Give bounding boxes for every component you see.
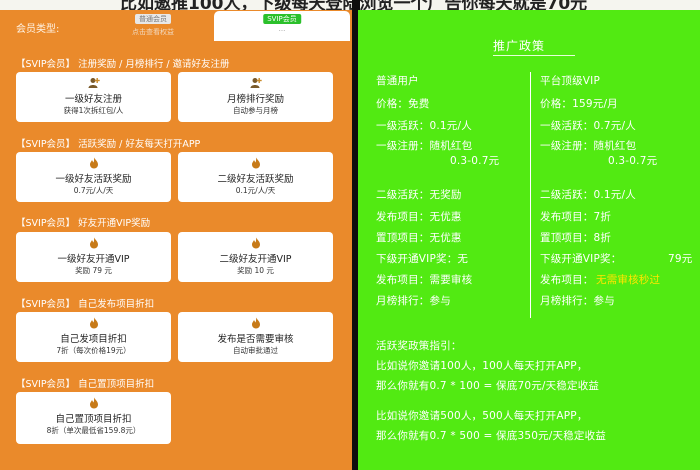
section-title-top: 【SVIP会员】 自己置顶项目折扣 xyxy=(16,379,155,390)
vip-reg1: 一级注册：随机红包 xyxy=(540,140,637,152)
vip-monthly: 月榜排行：参与 xyxy=(540,295,615,307)
column-divider xyxy=(530,72,531,318)
normal-monthly: 月榜排行：参与 xyxy=(376,295,451,307)
normal-active2: 二级活跃：无奖励 xyxy=(376,189,462,201)
vip-active1: 一级活跃：0.7元/人 xyxy=(540,120,636,132)
promo-title: 推广政策 xyxy=(493,39,546,53)
benefit-card[interactable]: 发布是否需要审核 自动审批通过 xyxy=(178,312,333,362)
membership-panel: 会员类型: 普通会员 点击查看权益 SVIP会员 ··· 【SVIP会员】 注册… xyxy=(0,10,352,470)
benefit-card[interactable]: 二级好友活跃奖励 0.1元/人/天 xyxy=(178,152,333,202)
normal-top: 置顶项目：无优惠 xyxy=(376,232,462,244)
flame-icon xyxy=(251,317,260,329)
flame-icon xyxy=(251,237,260,249)
benefit-title: 一级好友注册 xyxy=(64,94,122,105)
promo-policy-panel: 推广政策 普通用户 价格：免费 一级活跃：0.1元/人 一级注册：随机红包 0.… xyxy=(358,10,700,470)
benefit-card[interactable]: 一级好友开通VIP 奖励 79 元 xyxy=(16,232,171,282)
benefit-detail: 自动参与月榜 xyxy=(233,106,278,115)
normal-active1: 一级活跃：0.1元/人 xyxy=(376,120,472,132)
svip-member-tab[interactable]: SVIP会员 ··· xyxy=(214,11,350,41)
normal-reg1-range: 0.3-0.7元 xyxy=(450,155,500,167)
svip-member-sub: ··· xyxy=(278,27,286,35)
vip-publish-review-value: 无需审核秒过 xyxy=(596,274,661,286)
flame-icon xyxy=(251,157,260,169)
benefit-detail: 8折（单次最低省159.8元） xyxy=(46,426,141,435)
normal-publish: 发布项目：无优惠 xyxy=(376,211,462,223)
vip-price: 价格：159元/月 xyxy=(540,98,618,110)
benefit-title: 一级好友开通VIP xyxy=(57,254,130,265)
benefit-detail: 0.7元/人/天 xyxy=(73,186,114,195)
guide-line-4: 那么你就有0.7 * 500 = 保底350元/天稳定收益 xyxy=(376,430,607,442)
flame-icon xyxy=(89,157,98,169)
guide-heading: 活跃奖政策指引： xyxy=(376,340,462,352)
normal-price: 价格：免费 xyxy=(376,98,430,110)
benefit-title: 月榜排行奖励 xyxy=(226,94,284,105)
member-type-label: 会员类型: xyxy=(16,24,60,35)
benefit-title: 二级好友开通VIP xyxy=(219,254,292,265)
flame-icon xyxy=(89,317,98,329)
normal-vip-sub: 下级开通VIP奖：无 xyxy=(376,253,469,265)
vip-reg1-range: 0.3-0.7元 xyxy=(608,155,658,167)
benefit-title: 自己发项目折扣 xyxy=(60,334,127,345)
flame-icon xyxy=(89,237,98,249)
benefit-title: 一级好友活跃奖励 xyxy=(55,174,132,185)
vip-vip-sub-value: 79元 xyxy=(668,253,693,265)
benefit-card[interactable]: 月榜排行奖励 自动参与月榜 xyxy=(178,72,333,122)
vip-vip-sub: 下级开通VIP奖： xyxy=(540,253,622,265)
user-plus-icon xyxy=(88,78,100,88)
benefit-title: 二级好友活跃奖励 xyxy=(217,174,294,185)
section-title-vip: 【SVIP会员】 好友开通VIP奖励 xyxy=(16,218,151,229)
normal-member-sub: 点击查看权益 xyxy=(132,28,174,36)
normal-publish-review: 发布项目：需要审核 xyxy=(376,274,473,286)
benefit-card[interactable]: 自己置顶项目折扣 8折（单次最低省159.8元） xyxy=(16,392,171,444)
guide-line-3: 比如说你邀请500人，500人每天打开APP， xyxy=(376,410,588,422)
normal-reg1: 一级注册：随机红包 xyxy=(376,140,473,152)
benefit-card[interactable]: 一级好友活跃奖励 0.7元/人/天 xyxy=(16,152,171,202)
benefit-detail: 自动审批通过 xyxy=(233,346,278,355)
member-type-bar: 会员类型: 普通会员 点击查看权益 SVIP会员 ··· xyxy=(0,10,352,44)
benefit-card[interactable]: 自己发项目折扣 7折（每次价格19元） xyxy=(16,312,171,362)
vip-publish: 发布项目：7折 xyxy=(540,211,612,223)
benefit-detail: 7折（每次价格19元） xyxy=(56,346,131,355)
normal-member-badge: 普通会员 xyxy=(135,14,171,24)
benefit-title: 发布是否需要审核 xyxy=(217,334,294,345)
guide-line-1: 比如说你邀请100人，100人每天打开APP， xyxy=(376,360,588,372)
user-plus-icon xyxy=(250,78,262,88)
benefit-card[interactable]: 二级好友开通VIP 奖励 10 元 xyxy=(178,232,333,282)
title-underline xyxy=(493,55,575,56)
guide-line-2: 那么你就有0.7 * 100 = 保底70元/天稳定收益 xyxy=(376,380,600,392)
benefit-detail: 0.1元/人/天 xyxy=(235,186,276,195)
section-title-register: 【SVIP会员】 注册奖励 / 月榜排行 / 邀请好友注册 xyxy=(16,59,230,70)
benefit-title: 自己置顶项目折扣 xyxy=(55,414,132,425)
top-banner: 比如邀推100人，下级每天登陆浏览一个广告你每天就是70元 xyxy=(0,0,700,10)
vip-publish-review: 发布项目： xyxy=(540,274,594,286)
normal-heading: 普通用户 xyxy=(376,75,419,87)
normal-member-tab[interactable]: 普通会员 点击查看权益 xyxy=(103,11,203,41)
vip-heading: 平台顶级VIP xyxy=(540,75,601,87)
flame-icon xyxy=(89,397,98,409)
benefit-detail: 获得1次拆红包/人 xyxy=(63,106,124,115)
svip-member-badge: SVIP会员 xyxy=(263,14,301,24)
benefit-detail: 奖励 79 元 xyxy=(75,266,112,275)
benefit-card[interactable]: 一级好友注册 获得1次拆红包/人 xyxy=(16,72,171,122)
benefit-detail: 奖励 10 元 xyxy=(237,266,274,275)
section-title-active: 【SVIP会员】 活跃奖励 / 好友每天打开APP xyxy=(16,139,201,150)
vip-top: 置顶项目：8折 xyxy=(540,232,612,244)
section-title-publish: 【SVIP会员】 自己发布项目折扣 xyxy=(16,299,155,310)
vip-active2: 二级活跃：0.1元/人 xyxy=(540,189,636,201)
